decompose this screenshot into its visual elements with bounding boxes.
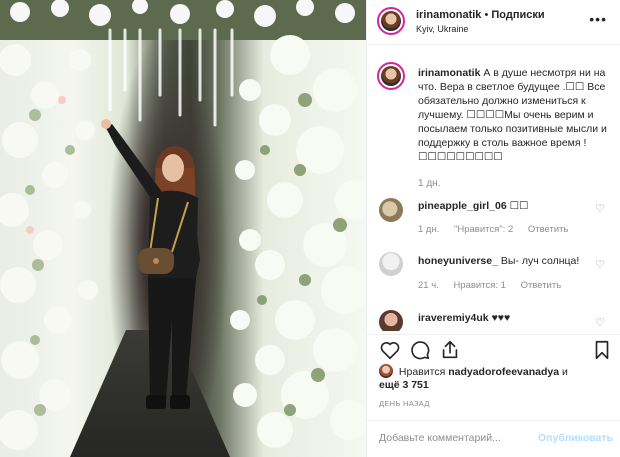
post-caption: irinamonatik А в душе несмотря ни на что…: [418, 66, 614, 164]
author-username[interactable]: irinamonatik: [416, 9, 481, 21]
comment-time[interactable]: 21 ч.: [418, 280, 439, 291]
comment-body: pineapple_girl_06 ☐☐: [418, 200, 528, 212]
heart-icon[interactable]: [379, 339, 401, 361]
likes-suffix: и: [562, 366, 568, 378]
comment-text: Вы- луч солнца!: [500, 255, 580, 267]
likes-summary: Нравится nadyadorofeevanadya и ещё 3 751: [379, 364, 615, 392]
comment-reply-button[interactable]: Ответить: [521, 280, 562, 291]
share-icon[interactable]: [439, 339, 461, 361]
comment-text: ☐☐: [509, 200, 529, 212]
comment-input[interactable]: [379, 432, 529, 444]
caption-author-avatar[interactable]: [377, 62, 405, 90]
comment-meta: 1 дн. "Нравится": 2 Ответить: [418, 224, 580, 235]
commenter-avatar[interactable]: [379, 310, 403, 331]
comment-body: honeyuniverse_ Вы- луч солнца!: [418, 255, 579, 267]
comment-text: ♥♥♥: [491, 312, 511, 324]
post-header: irinamonatik • Подписки Kyiv, Ukraine ••…: [367, 0, 620, 45]
more-horizontal-icon[interactable]: •••: [589, 12, 607, 26]
comments-list[interactable]: irinamonatik А в душе несмотря ни на что…: [367, 46, 620, 331]
comment-heart-icon[interactable]: ♡: [595, 204, 605, 215]
post-actions-bar: [367, 334, 620, 364]
caption-username[interactable]: irinamonatik: [418, 67, 480, 79]
comment-time[interactable]: 1 дн.: [418, 224, 439, 235]
comment-body: iraveremiy4uk ♥♥♥: [418, 312, 510, 324]
comment-heart-icon[interactable]: ♡: [595, 318, 605, 329]
header-separator: •: [484, 9, 489, 21]
location-link[interactable]: Kyiv, Ukraine: [416, 24, 468, 34]
post-date[interactable]: ДЕНЬ НАЗАД: [379, 399, 430, 408]
comment-heart-icon[interactable]: ♡: [595, 260, 605, 271]
publish-comment-button[interactable]: Опубликовать: [538, 432, 613, 444]
liker-username[interactable]: nadyadorofeevanadya: [448, 366, 559, 378]
woman-figure: [101, 119, 200, 409]
likes-others-link[interactable]: ещё 3 751: [379, 379, 429, 391]
following-button[interactable]: Подписки: [491, 9, 544, 21]
likes-prefix: Нравится: [398, 366, 446, 378]
comment-meta: 21 ч. Нравится: 1 Ответить: [418, 280, 573, 291]
comment-likes[interactable]: Нравится: 1: [453, 280, 505, 291]
caption-timestamp[interactable]: 1 дн.: [418, 178, 440, 189]
comment-likes[interactable]: "Нравится": 2: [454, 224, 513, 235]
comment-username[interactable]: pineapple_girl_06: [418, 200, 507, 212]
caption-text: А в душе несмотря ни на что. Вера в свет…: [418, 67, 607, 163]
add-comment-bar: Опубликовать: [367, 420, 620, 457]
post-photo[interactable]: [0, 0, 366, 457]
author-line: irinamonatik • Подписки: [416, 9, 545, 21]
comment-username[interactable]: iraveremiy4uk: [418, 312, 489, 324]
comment-reply-button[interactable]: Ответить: [528, 224, 569, 235]
author-avatar[interactable]: [377, 7, 405, 35]
commenter-avatar[interactable]: [379, 252, 403, 276]
bookmark-icon[interactable]: [591, 339, 613, 361]
comment-icon[interactable]: [409, 339, 431, 361]
comment-username[interactable]: honeyuniverse_: [418, 255, 498, 267]
commenter-avatar[interactable]: [379, 198, 403, 222]
post-side-panel: irinamonatik • Подписки Kyiv, Ukraine ••…: [366, 0, 620, 457]
liker-avatar[interactable]: [379, 364, 393, 378]
